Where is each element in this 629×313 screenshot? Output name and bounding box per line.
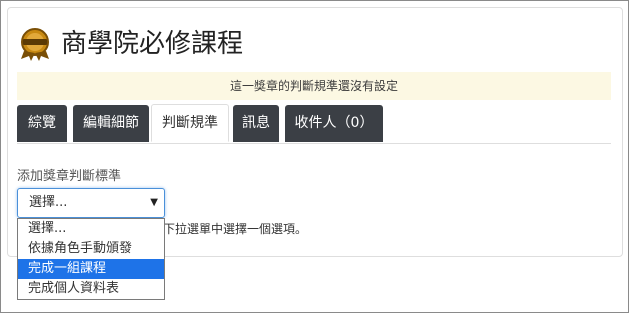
option-manual-award-by-role[interactable]: 依據角色手動頒發 xyxy=(18,239,164,259)
option-complete-course-set[interactable]: 完成一組課程 xyxy=(18,259,164,279)
tab-edit-details[interactable]: 編輯細節 xyxy=(73,105,149,142)
option-choose[interactable]: 選擇... xyxy=(18,219,164,239)
criteria-dropdown-list: 選擇... 依據角色手動頒發 完成一組課程 完成個人資料表 xyxy=(17,218,165,300)
tab-messages[interactable]: 訊息 xyxy=(233,105,279,142)
page-title: 商學院必修課程 xyxy=(61,29,244,59)
tab-bar: 綜覽 編輯細節 判斷規準 訊息 收件人（0） xyxy=(17,104,611,144)
chevron-down-icon: ▼ xyxy=(150,197,158,208)
medal-badge-icon xyxy=(17,27,53,63)
tab-overview[interactable]: 綜覽 xyxy=(17,105,67,142)
select-help-text: 從下拉選單中選擇一個選項。 xyxy=(151,222,308,236)
tab-recipients[interactable]: 收件人（0） xyxy=(285,105,383,142)
criteria-notice: 這一獎章的判斷規準還沒有設定 xyxy=(17,72,611,100)
add-criteria-label: 添加獎章判斷標準 xyxy=(17,169,122,184)
option-complete-profile[interactable]: 完成個人資料表 xyxy=(18,279,164,299)
criteria-select[interactable]: 選擇... ▼ xyxy=(17,188,165,218)
tab-criteria[interactable]: 判斷規準 xyxy=(151,104,229,142)
window-frame: 商學院必修課程 這一獎章的判斷規準還沒有設定 綜覽 編輯細節 判斷規準 訊息 收… xyxy=(0,0,629,313)
criteria-select-value: 選擇... xyxy=(29,195,68,210)
